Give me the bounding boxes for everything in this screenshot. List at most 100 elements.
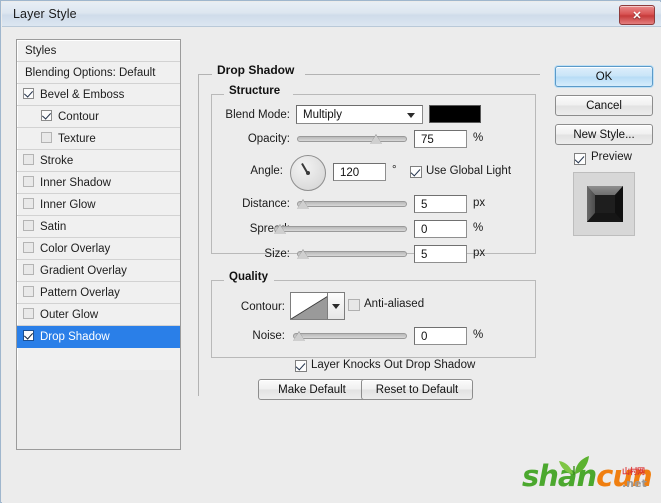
layer-knocks-out-checkbox[interactable] (295, 360, 307, 372)
style-list-item-label: Inner Shadow (40, 177, 111, 189)
style-list-item-bevel-emboss[interactable]: Bevel & Emboss (17, 84, 180, 106)
style-list-item-checkbox[interactable] (23, 220, 34, 231)
noise-slider-track (293, 333, 407, 339)
style-list-item-gradient-overlay[interactable]: Gradient Overlay (17, 260, 180, 282)
preview-label: Preview (591, 151, 632, 163)
style-list-item-checkbox[interactable] (23, 154, 34, 165)
size-input[interactable]: 5 (414, 245, 467, 263)
drop-shadow-frame-left (198, 74, 199, 396)
shadow-color-swatch[interactable] (429, 105, 481, 123)
angle-input[interactable]: 120 (333, 163, 386, 181)
style-list-item-drop-shadow[interactable]: Drop Shadow (17, 326, 180, 348)
angle-label: Angle: (220, 165, 283, 177)
opacity-slider-track (297, 136, 407, 142)
distance-slider[interactable] (297, 197, 407, 211)
quality-legend: Quality (224, 271, 273, 283)
style-list-item-label: Bevel & Emboss (40, 89, 124, 101)
style-list-item-checkbox[interactable] (23, 308, 34, 319)
noise-label: Noise: (220, 330, 285, 342)
new-style-button[interactable]: New Style... (555, 124, 653, 145)
contour-dropdown-button[interactable] (327, 292, 345, 320)
opacity-input[interactable]: 75 (414, 130, 467, 148)
style-list-item-outer-glow[interactable]: Outer Glow (17, 304, 180, 326)
preview-thumbnail (573, 172, 635, 236)
blending-options-row[interactable]: Blending Options: Default (17, 62, 180, 84)
noise-slider-thumb[interactable] (293, 330, 305, 342)
make-default-button[interactable]: Make Default (258, 379, 366, 400)
style-list-item-label: Pattern Overlay (40, 287, 120, 299)
drop-shadow-title: Drop Shadow (212, 63, 299, 77)
blend-mode-value: Multiply (303, 109, 342, 121)
spread-slider[interactable] (274, 222, 407, 236)
styles-list-panel[interactable]: Styles Blending Options: Default Bevel &… (16, 39, 181, 450)
style-list-item-checkbox[interactable] (23, 242, 34, 253)
anti-aliased-checkbox[interactable] (348, 299, 360, 311)
blend-mode-label: Blend Mode: (220, 109, 290, 121)
size-slider-track (297, 251, 407, 257)
distance-unit: px (473, 197, 485, 209)
angle-dial-hub (306, 171, 310, 175)
style-list-item-color-overlay[interactable]: Color Overlay (17, 238, 180, 260)
distance-input[interactable]: 5 (414, 195, 467, 213)
distance-label: Distance: (220, 198, 290, 210)
chevron-down-icon (407, 113, 415, 118)
opacity-slider[interactable] (297, 132, 407, 146)
style-list-item-pattern-overlay[interactable]: Pattern Overlay (17, 282, 180, 304)
style-list-item-inner-shadow[interactable]: Inner Shadow (17, 172, 180, 194)
noise-slider[interactable] (293, 329, 407, 343)
chevron-down-icon (332, 304, 340, 309)
angle-dial[interactable] (290, 155, 326, 191)
layer-knocks-out-label: Layer Knocks Out Drop Shadow (311, 359, 475, 371)
style-list-item-checkbox[interactable] (41, 132, 52, 143)
style-list-item-checkbox[interactable] (23, 88, 34, 99)
style-list-item-checkbox[interactable] (23, 264, 34, 275)
contour-label: Contour: (220, 301, 285, 313)
distance-slider-track (297, 201, 407, 207)
preview-bevel-icon (585, 184, 625, 224)
cancel-button[interactable]: Cancel (555, 95, 653, 116)
drop-shadow-frame-top-left (198, 74, 212, 75)
dialog-body: Styles Blending Options: Default Bevel &… (2, 27, 661, 503)
close-icon: ✕ (620, 6, 654, 24)
size-slider[interactable] (297, 247, 407, 261)
style-list-item-label: Inner Glow (40, 199, 96, 211)
style-list-item-contour[interactable]: Contour (17, 106, 180, 128)
style-list-item-checkbox[interactable] (23, 198, 34, 209)
opacity-label: Opacity: (220, 133, 290, 145)
use-global-light-checkbox[interactable] (410, 166, 422, 178)
opacity-unit: % (473, 132, 483, 144)
structure-legend: Structure (224, 85, 285, 97)
style-list-item-stroke[interactable]: Stroke (17, 150, 180, 172)
style-list-item-texture[interactable]: Texture (17, 128, 180, 150)
size-slider-thumb[interactable] (297, 248, 309, 260)
style-list-item-label: Stroke (40, 155, 73, 167)
style-list-item-label: Outer Glow (40, 309, 98, 321)
distance-slider-thumb[interactable] (297, 198, 309, 210)
spread-input[interactable]: 0 (414, 220, 467, 238)
style-list-item-checkbox[interactable] (23, 176, 34, 187)
style-list-item-checkbox[interactable] (23, 286, 34, 297)
style-list-item-label: Gradient Overlay (40, 265, 127, 277)
spread-slider-thumb[interactable] (274, 223, 286, 235)
drop-shadow-frame-top-right (305, 74, 540, 75)
reset-to-default-button[interactable]: Reset to Default (361, 379, 473, 400)
styles-list-header: Styles (17, 40, 180, 62)
style-list-item-label: Texture (58, 133, 96, 145)
close-button[interactable]: ✕ (619, 5, 655, 25)
preview-checkbox[interactable] (574, 153, 586, 165)
style-list-item-inner-glow[interactable]: Inner Glow (17, 194, 180, 216)
title-bar: Layer Style ✕ (2, 2, 661, 27)
noise-input[interactable]: 0 (414, 327, 467, 345)
spread-slider-track (274, 226, 407, 232)
use-global-light-label: Use Global Light (426, 165, 511, 177)
style-list-item-checkbox[interactable] (23, 330, 34, 341)
size-label: Size: (220, 248, 290, 260)
blend-mode-select[interactable]: Multiply (296, 105, 423, 124)
style-list-item-satin[interactable]: Satin (17, 216, 180, 238)
styles-list-items: Bevel & Emboss Contour Texture Stroke Inner … (17, 84, 180, 348)
opacity-slider-thumb[interactable] (370, 133, 382, 145)
style-list-item-checkbox[interactable] (41, 110, 52, 121)
ok-button[interactable]: OK (555, 66, 653, 87)
page-title: Layer Style (13, 7, 77, 21)
anti-aliased-label: Anti-aliased (364, 298, 424, 310)
